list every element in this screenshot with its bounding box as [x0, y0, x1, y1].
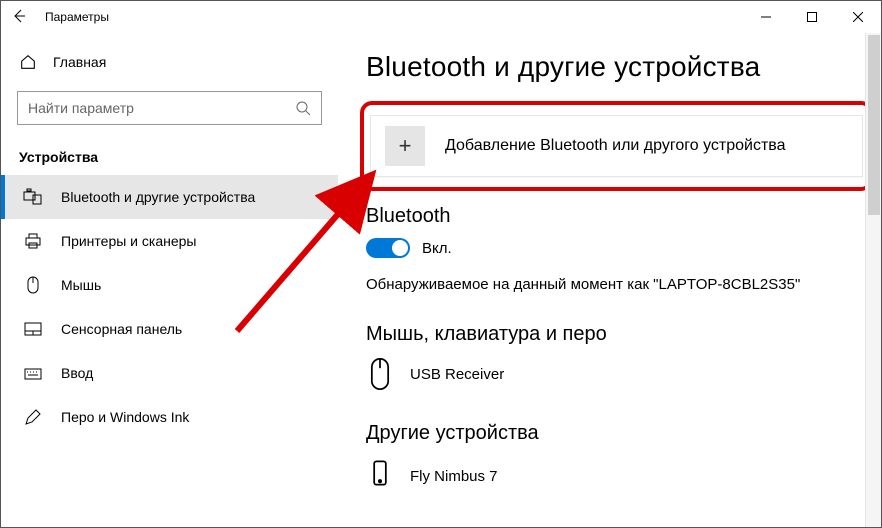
search-icon: [295, 100, 311, 116]
device-usb-receiver[interactable]: USB Receiver: [366, 356, 871, 392]
mouse-heading: Мышь, клавиатура и перо: [366, 323, 871, 346]
touchpad-icon: [23, 319, 43, 339]
settings-window: Параметры Главная Найти параметр Устройс…: [0, 0, 882, 528]
nav-item-printers[interactable]: Принтеры и сканеры: [1, 219, 338, 263]
pen-icon: [23, 407, 43, 427]
search-input[interactable]: Найти параметр: [17, 91, 322, 125]
add-device-button[interactable]: + Добавление Bluetooth или другого устро…: [370, 115, 863, 177]
back-arrow-icon: [11, 8, 27, 24]
nav-item-touchpad[interactable]: Сенсорная панель: [1, 307, 338, 351]
nav-label: Сенсорная панель: [61, 321, 182, 337]
back-button[interactable]: [11, 8, 27, 27]
nav-item-typing[interactable]: Ввод: [1, 351, 338, 395]
home-icon: [19, 53, 37, 71]
bluetooth-toggle[interactable]: [366, 238, 410, 258]
discoverable-text: Обнаруживаемое на данный момент как "LAP…: [366, 276, 871, 293]
maximize-icon: [807, 12, 817, 22]
bluetooth-state: Вкл.: [422, 240, 452, 257]
nav-label: Перо и Windows Ink: [61, 409, 189, 425]
page-title: Bluetooth и другие устройства: [366, 51, 871, 83]
close-button[interactable]: [835, 1, 881, 33]
other-heading: Другие устройства: [366, 422, 871, 445]
scrollbar-thumb[interactable]: [868, 35, 880, 215]
nav-label: Мышь: [61, 277, 101, 293]
minimize-button[interactable]: [743, 1, 789, 33]
device-label: Fly Nimbus 7: [410, 468, 498, 485]
nav-item-bluetooth[interactable]: Bluetooth и другие устройства: [1, 175, 338, 219]
phone-icon: [366, 455, 394, 497]
mouse-icon: [23, 275, 43, 295]
home-label: Главная: [53, 54, 106, 70]
printer-icon: [23, 231, 43, 251]
device-label: USB Receiver: [410, 366, 504, 383]
keyboard-icon: [23, 363, 43, 383]
device-fly-nimbus[interactable]: Fly Nimbus 7: [366, 455, 871, 497]
nav-item-pen[interactable]: Перо и Windows Ink: [1, 395, 338, 439]
annotation-highlight: + Добавление Bluetooth или другого устро…: [360, 101, 873, 191]
nav-label: Bluetooth и другие устройства: [61, 189, 255, 205]
titlebar: Параметры: [1, 1, 881, 33]
plus-icon: +: [385, 126, 425, 166]
nav-group-label: Устройства: [1, 125, 338, 175]
bluetooth-heading: Bluetooth: [366, 205, 871, 228]
nav-label: Принтеры и сканеры: [61, 233, 196, 249]
mouse-device-icon: [366, 356, 394, 392]
devices-icon: [23, 187, 43, 207]
close-icon: [853, 12, 863, 22]
nav-list: Bluetooth и другие устройства Принтеры и…: [1, 175, 338, 439]
home-link[interactable]: Главная: [1, 45, 338, 79]
add-device-label: Добавление Bluetooth или другого устройс…: [445, 137, 786, 155]
minimize-icon: [761, 12, 771, 22]
search-placeholder: Найти параметр: [28, 100, 134, 116]
app-name: Параметры: [45, 10, 109, 24]
nav-label: Ввод: [61, 365, 93, 381]
scrollbar[interactable]: [865, 33, 881, 527]
nav-item-mouse[interactable]: Мышь: [1, 263, 338, 307]
maximize-button[interactable]: [789, 1, 835, 33]
sidebar: Главная Найти параметр Устройства Blueto…: [1, 33, 338, 527]
content-area: Bluetooth и другие устройства + Добавлен…: [338, 33, 881, 527]
